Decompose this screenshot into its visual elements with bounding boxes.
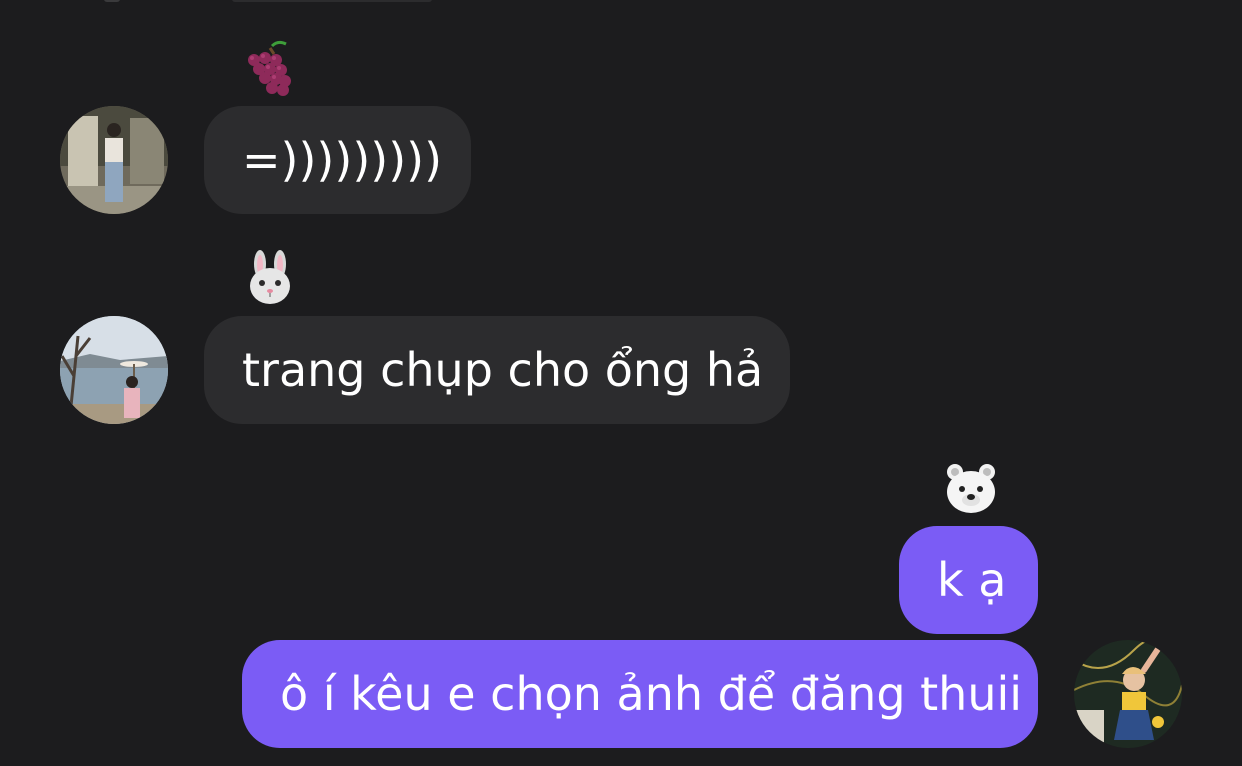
message-bubble[interactable]: k ạ: [899, 526, 1038, 634]
avatar[interactable]: [60, 106, 168, 214]
message-bubble[interactable]: ô í kêu e chọn ảnh để đăng thuii: [242, 640, 1038, 748]
message-bubble[interactable]: =))))))))): [204, 106, 471, 214]
avatar[interactable]: [1074, 640, 1182, 748]
previous-message-edge: [104, 0, 120, 2]
grapes-icon: [240, 38, 300, 98]
avatar[interactable]: [60, 316, 168, 424]
previous-bubble-edge: [232, 0, 432, 2]
chat-thread: =))))))))) trang chụp cho ổng hả k ạ ô í…: [0, 0, 1242, 766]
rabbit-icon: [240, 248, 300, 308]
message-bubble[interactable]: trang chụp cho ổng hả: [204, 316, 790, 424]
polar-bear-icon: [941, 458, 1001, 518]
